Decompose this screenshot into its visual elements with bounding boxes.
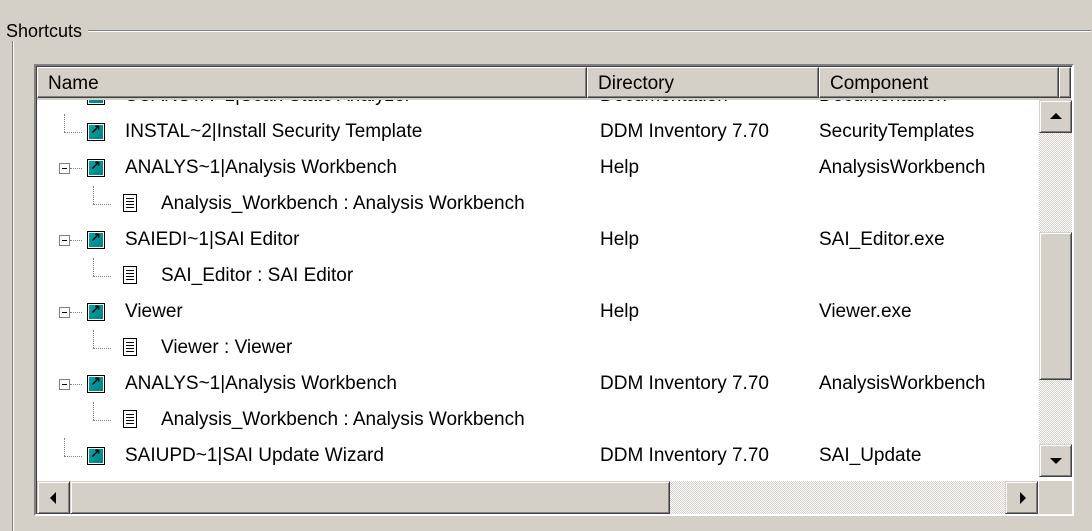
tree-connector <box>93 402 94 420</box>
tree-rows: SCANSTA~1|Scan State Analyzer Documentat… <box>37 100 1037 477</box>
tree-connector <box>64 438 65 456</box>
collapse-toggle-icon[interactable] <box>59 307 70 318</box>
tree-connector <box>70 384 82 385</box>
tree-connector <box>70 168 82 169</box>
row-name: SCANSTA~1|Scan State Analyzer <box>125 100 411 114</box>
column-header: Name Directory Component <box>37 67 1071 100</box>
row-name: SAI_Editor : SAI Editor <box>161 265 354 286</box>
row-name: SAIEDI~1|SAI Editor <box>125 229 300 250</box>
tree-connector <box>64 456 82 457</box>
tree-connector <box>93 348 111 349</box>
table-row[interactable]: Viewer Help Viewer.exe <box>37 294 1037 330</box>
tree-connector <box>64 132 82 133</box>
down-arrow-icon <box>1050 458 1062 464</box>
row-directory: DDM Inventory 7.70 <box>600 121 769 142</box>
tree-connector <box>70 312 82 313</box>
group-label: Shortcuts <box>4 21 89 41</box>
row-component: SAI_Update <box>819 445 922 466</box>
up-arrow-icon <box>1050 113 1062 119</box>
horizontal-scroll-thumb[interactable] <box>70 481 670 514</box>
row-name: ANALYS~1|Analysis Workbench <box>125 373 397 394</box>
column-header-directory[interactable]: Directory <box>587 67 819 98</box>
right-arrow-icon <box>1020 492 1026 504</box>
collapse-toggle-icon[interactable] <box>59 235 70 246</box>
row-component: AnalysisWorkbench <box>819 373 986 394</box>
row-name: INSTAL~2|Install Security Template <box>125 121 423 142</box>
row-directory: DDM Inventory 7.70 <box>600 373 769 394</box>
row-component: Documentation <box>819 100 947 114</box>
shortcut-icon <box>87 123 105 141</box>
row-name: Viewer : Viewer <box>161 337 293 358</box>
shortcuts-listview[interactable]: Name Directory Component SCANSTA~1|Scan … <box>34 64 1074 516</box>
column-header-name[interactable]: Name <box>37 67 587 98</box>
left-arrow-icon <box>50 492 56 504</box>
column-header-component[interactable]: Component <box>819 67 1059 98</box>
row-component: SecurityTemplates <box>819 121 975 142</box>
row-name: Analysis_Workbench : Analysis Workbench <box>161 409 525 430</box>
shortcut-icon <box>87 159 105 177</box>
table-row[interactable]: SCANSTA~1|Scan State Analyzer Documentat… <box>37 100 1037 114</box>
scrollbar-corner <box>1039 481 1072 514</box>
table-row[interactable]: INSTAL~2|Install Security Template DDM In… <box>37 114 1037 150</box>
tree-connector <box>93 204 111 205</box>
shortcut-icon <box>87 100 105 105</box>
collapse-toggle-icon[interactable] <box>59 379 70 390</box>
tree-connector <box>70 240 82 241</box>
horizontal-scrollbar[interactable] <box>37 481 1038 514</box>
row-directory: Documentation <box>600 100 728 114</box>
shortcut-icon <box>87 303 105 321</box>
shortcut-icon <box>87 375 105 393</box>
document-icon <box>123 266 137 284</box>
scroll-down-button[interactable] <box>1039 444 1072 477</box>
shortcut-icon <box>87 447 105 465</box>
row-component: SAI_Editor.exe <box>819 229 945 250</box>
tree-connector <box>93 330 94 348</box>
document-icon <box>123 194 137 212</box>
tree-connector <box>93 276 111 277</box>
row-directory: DDM Inventory 7.70 <box>600 445 769 466</box>
collapse-toggle-icon[interactable] <box>59 163 70 174</box>
table-row[interactable]: ANALYS~1|Analysis Workbench DDM Inventory… <box>37 366 1037 402</box>
column-header-filler <box>1059 67 1071 98</box>
row-name: SAIUPD~1|SAI Update Wizard <box>125 445 384 466</box>
scroll-left-button[interactable] <box>37 481 70 514</box>
row-directory: Help <box>600 157 640 178</box>
table-row[interactable]: SAIEDI~1|SAI Editor Help SAI_Editor.exe <box>37 222 1037 258</box>
table-row[interactable]: ANALYS~1|Analysis Workbench Help AnalysisW… <box>37 150 1037 186</box>
shortcut-icon <box>87 231 105 249</box>
scroll-up-button[interactable] <box>1039 100 1072 133</box>
tree-child-row[interactable]: Analysis_Workbench : Analysis Workbench <box>37 186 1037 222</box>
row-component: AnalysisWorkbench <box>819 157 986 178</box>
row-name: ANALYS~1|Analysis Workbench <box>125 157 397 178</box>
tree-child-row[interactable]: SAI_Editor : SAI Editor <box>37 258 1037 294</box>
row-directory: Help <box>600 229 640 250</box>
row-directory: Help <box>600 301 640 322</box>
tree-child-row[interactable]: Analysis_Workbench : Analysis Workbench <box>37 402 1037 438</box>
table-row[interactable]: SAIUPD~1|SAI Update Wizard DDM Inventory … <box>37 438 1037 474</box>
tree-connector <box>93 258 94 276</box>
vertical-scrollbar[interactable] <box>1039 100 1072 477</box>
vertical-scroll-thumb[interactable] <box>1039 232 1072 380</box>
tree-connector <box>64 114 65 132</box>
row-component: Viewer.exe <box>819 301 912 322</box>
tree-connector <box>93 186 94 204</box>
row-name: Viewer <box>125 301 183 322</box>
tree-connector <box>93 420 111 421</box>
row-name: Analysis_Workbench : Analysis Workbench <box>161 193 525 214</box>
scroll-right-button[interactable] <box>1005 481 1038 514</box>
document-icon <box>123 410 137 428</box>
document-icon <box>123 338 137 356</box>
tree-child-row[interactable]: Viewer : Viewer <box>37 330 1037 366</box>
